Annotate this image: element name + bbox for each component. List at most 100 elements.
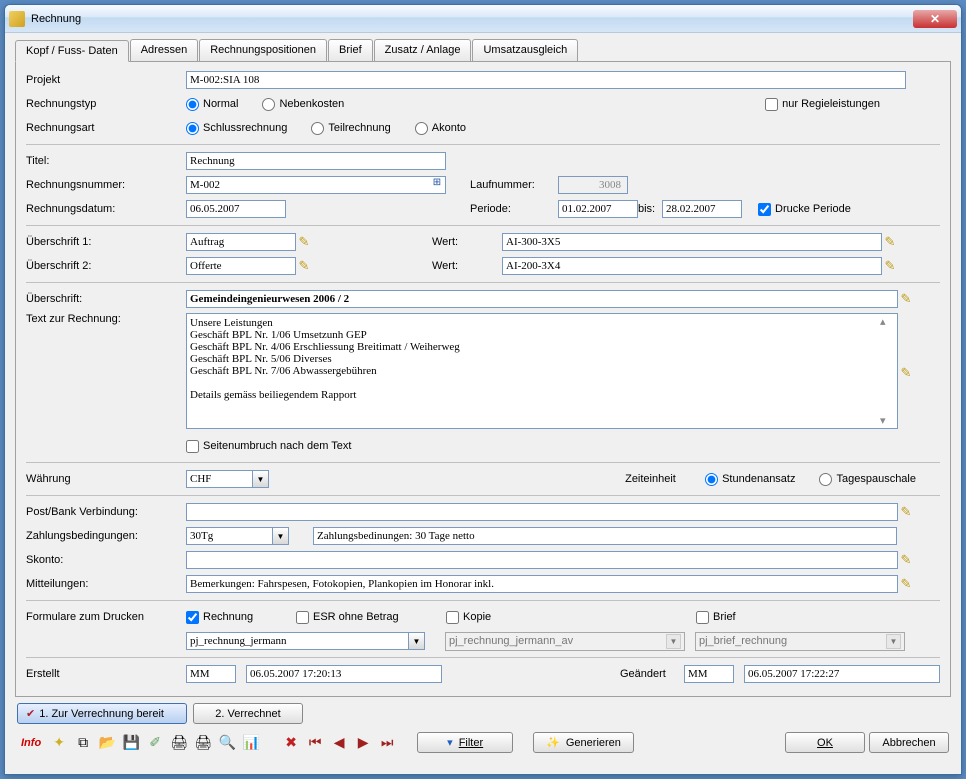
tab-brief[interactable]: Brief [328, 39, 373, 61]
chevron-down-icon: ▼ [666, 634, 681, 649]
erstellt-user[interactable] [186, 665, 236, 683]
check-esr[interactable]: ESR ohne Betrag [296, 611, 446, 624]
chevron-down-icon[interactable]: ▼ [272, 527, 289, 545]
pencil-icon[interactable]: ✎ [296, 234, 312, 250]
pencil-icon[interactable]: ✎ [898, 504, 914, 520]
pencil-icon[interactable]: ✎ [898, 576, 914, 592]
rechnungsdatum-label: Rechnungsdatum: [26, 203, 186, 215]
radio-nebenkosten[interactable]: Nebenkosten [262, 98, 344, 111]
radio-tagespauschale[interactable]: Tagespauschale [819, 473, 916, 486]
ueberschrift2-input[interactable] [186, 257, 296, 275]
first-icon[interactable]: ⏮ [305, 733, 325, 753]
check-drucke-periode[interactable]: Drucke Periode [758, 203, 851, 216]
clear-icon[interactable]: ✐ [145, 733, 165, 753]
rechnungsnummer-input[interactable] [186, 176, 446, 194]
chevron-down-icon: ▼ [886, 634, 901, 649]
lookup-icon[interactable]: ⊞ [430, 177, 444, 191]
laufnummer-label: Laufnummer: [470, 179, 558, 191]
waehrung-label: Währung [26, 473, 186, 485]
preview-icon[interactable]: 🔍 [217, 733, 237, 753]
text-rechnung-input[interactable] [186, 313, 898, 429]
prev-icon[interactable]: ◀ [329, 733, 349, 753]
radio-akonto[interactable]: Akonto [415, 122, 466, 135]
radio-schlussrechnung[interactable]: Schlussrechnung [186, 122, 287, 135]
waehrung-combo[interactable]: ▼ [186, 470, 269, 488]
skonto-input[interactable] [186, 551, 898, 569]
pencil-icon[interactable]: ✎ [296, 258, 312, 274]
pencil-icon[interactable]: ✎ [898, 365, 914, 381]
wert1-label: Wert: [432, 236, 502, 248]
tab-strip: Kopf / Fuss- Daten Adressen Rechnungspos… [15, 39, 951, 62]
last-icon[interactable]: ⏭ [377, 733, 397, 753]
geaendert-ts[interactable] [744, 665, 940, 683]
pencil-icon[interactable]: ✎ [898, 552, 914, 568]
text-label: Text zur Rechnung: [26, 313, 186, 325]
tab-umsatzausgleich[interactable]: Umsatzausgleich [472, 39, 578, 61]
chart-icon[interactable]: 📊 [241, 733, 261, 753]
wert1-input[interactable] [502, 233, 882, 251]
delete-icon[interactable]: ✖ [281, 733, 301, 753]
rechnungsnummer-label: Rechnungsnummer: [26, 179, 186, 191]
titel-input[interactable] [186, 152, 446, 170]
close-icon[interactable]: ✕ [913, 10, 957, 28]
periode-bis-input[interactable] [662, 200, 742, 218]
rechnungsart-label: Rechnungsart [26, 122, 186, 134]
pencil-icon[interactable]: ✎ [882, 258, 898, 274]
print-select-1[interactable]: ▼ [186, 632, 425, 650]
check-brief[interactable]: Brief [696, 611, 736, 624]
tab-zusatz[interactable]: Zusatz / Anlage [374, 39, 472, 61]
toolbar: Info ✦ ⧉ 📂 💾 ✐ 🖨 🖨 🔍 📊 ✖ ⏮ ◀ ▶ ⏭ ▾ Filte… [15, 728, 951, 755]
tab-panel: Projekt Rechnungstyp Normal Nebenkosten … [15, 62, 951, 697]
ueberschrift-input[interactable] [186, 290, 898, 308]
postbank-input[interactable] [186, 503, 898, 521]
print-select-2: pj_rechnung_jermann_av▼ [445, 632, 685, 651]
erstellt-ts[interactable] [246, 665, 442, 683]
check-kopie[interactable]: Kopie [446, 611, 696, 624]
save-icon[interactable]: 💾 [121, 733, 141, 753]
generieren-button[interactable]: ✨ Generieren [533, 732, 634, 753]
radio-stundenansatz[interactable]: Stundenansatz [705, 473, 795, 486]
radio-teilrechnung[interactable]: Teilrechnung [311, 122, 390, 135]
pencil-icon[interactable]: ✎ [898, 291, 914, 307]
radio-normal[interactable]: Normal [186, 98, 238, 111]
mitteilungen-label: Mitteilungen: [26, 578, 186, 590]
mitteilungen-input[interactable] [186, 575, 898, 593]
erstellt-label: Erstellt [26, 668, 186, 680]
projekt-input[interactable] [186, 71, 906, 89]
zahlungsbed-text-input[interactable] [313, 527, 897, 545]
new-icon[interactable]: ✦ [49, 733, 69, 753]
geaendert-user[interactable] [684, 665, 734, 683]
check-seitenumbruch[interactable]: Seitenumbruch nach dem Text [186, 440, 351, 453]
copy-icon[interactable]: ⧉ [73, 733, 93, 753]
abbrechen-button[interactable]: Abbrechen [869, 732, 949, 753]
tab-kopf-fuss[interactable]: Kopf / Fuss- Daten [15, 40, 129, 62]
filter-icon: ▾ [447, 736, 453, 749]
laufnummer-input [558, 176, 628, 194]
rechnungsdatum-input[interactable] [186, 200, 286, 218]
ueberschrift1-input[interactable] [186, 233, 296, 251]
scrollbar[interactable]: ▴▾ [880, 315, 896, 427]
formulare-label: Formulare zum Drucken [26, 611, 186, 623]
next-icon[interactable]: ▶ [353, 733, 373, 753]
zahlungsbed-combo[interactable]: ▼ [186, 527, 289, 545]
titlebar: Rechnung ✕ [5, 5, 961, 33]
periode-von-input[interactable] [558, 200, 638, 218]
bereit-button[interactable]: ✔ 1. Zur Verrechnung bereit [17, 703, 187, 724]
print2-icon[interactable]: 🖨 [193, 733, 213, 753]
filter-button[interactable]: ▾ Filter [417, 732, 513, 753]
tab-adressen[interactable]: Adressen [130, 39, 198, 61]
print-icon[interactable]: 🖨 [169, 733, 189, 753]
ueberschrift-label: Überschrift: [26, 293, 186, 305]
verrechnet-button[interactable]: 2. Verrechnet [193, 703, 303, 724]
chevron-down-icon[interactable]: ▼ [408, 632, 425, 650]
check-rechnung[interactable]: Rechnung [186, 611, 296, 624]
ok-button[interactable]: OK [785, 732, 865, 753]
open-icon[interactable]: 📂 [97, 733, 117, 753]
check-regieleistungen[interactable]: nur Regieleistungen [765, 98, 880, 111]
chevron-down-icon[interactable]: ▼ [252, 470, 269, 488]
wert2-input[interactable] [502, 257, 882, 275]
tab-rechnungspositionen[interactable]: Rechnungspositionen [199, 39, 327, 61]
app-icon [9, 11, 25, 27]
pencil-icon[interactable]: ✎ [882, 234, 898, 250]
info-button[interactable]: Info [17, 737, 45, 749]
